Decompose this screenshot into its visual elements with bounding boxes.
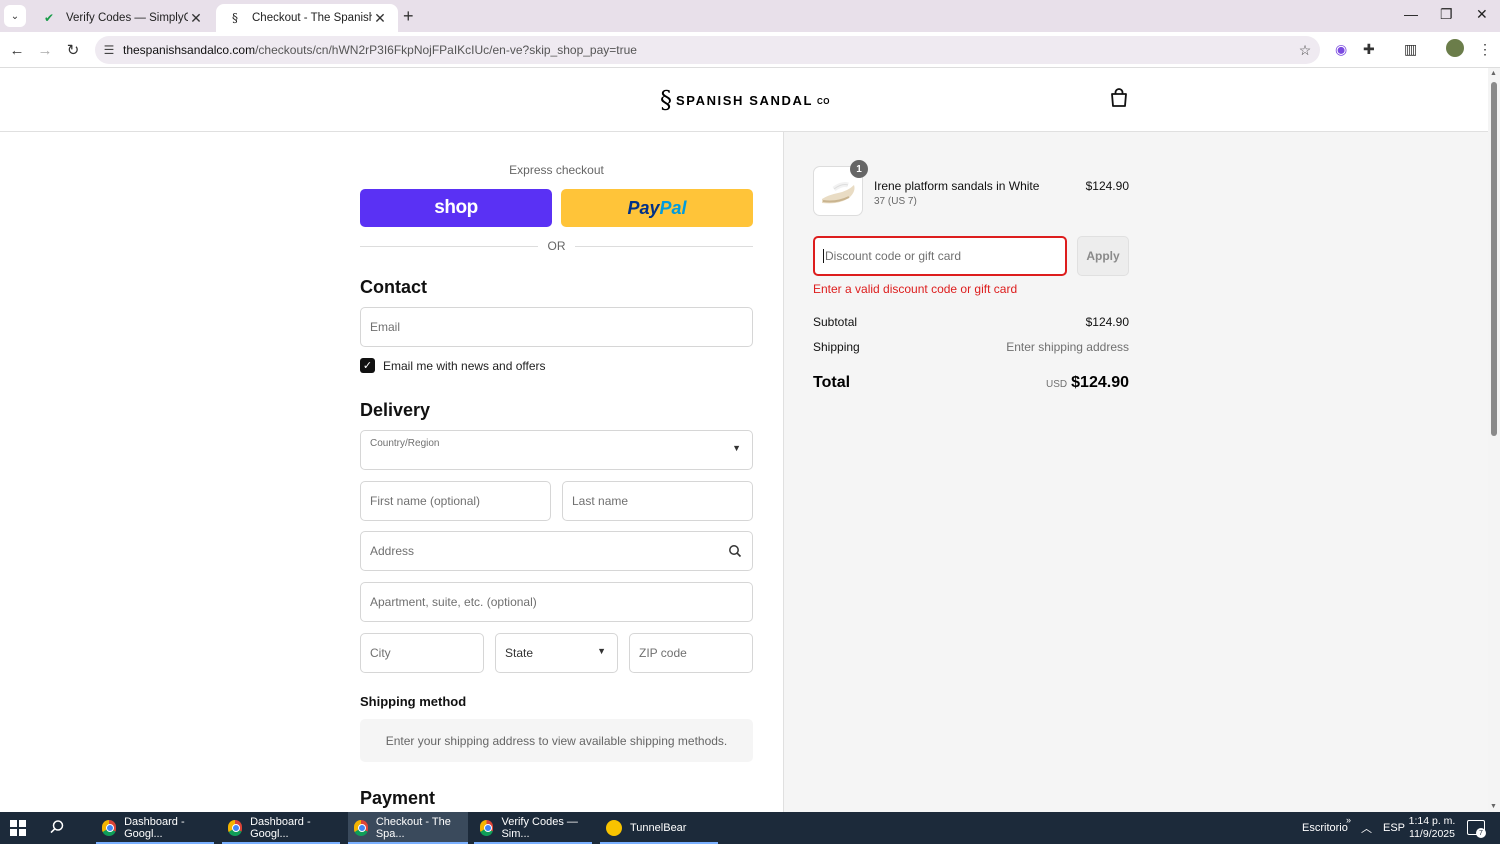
reading-list-icon[interactable]: ▥ [1404, 41, 1417, 58]
browser-toolbar: ← → ↻ ☰ thespanishsandalco.com/checkouts… [0, 32, 1500, 68]
chrome-icon [228, 820, 243, 836]
reload-icon[interactable]: ↻ [62, 39, 84, 61]
bookmark-star-icon[interactable]: ☆ [1290, 42, 1320, 59]
taskbar-item-verify-codes[interactable]: Verify Codes — Sim... [474, 812, 592, 844]
tab-verify-codes[interactable]: ✔ Verify Codes — SimplyCodes ✕ [30, 4, 214, 32]
tray-overflow-icon[interactable]: ︿ [1361, 812, 1372, 844]
scrollbar-thumb[interactable] [1491, 82, 1497, 436]
taskbar-item-checkout[interactable]: Checkout - The Spa... [348, 812, 468, 844]
discount-code-input[interactable]: Discount code or gift card [813, 236, 1067, 276]
chrome-icon [480, 820, 494, 836]
scroll-up-icon[interactable]: ▲ [1490, 70, 1497, 77]
total-value: $124.90 [1071, 374, 1129, 391]
subtotal-label: Subtotal [813, 315, 858, 329]
profile-avatar[interactable] [1446, 39, 1464, 57]
state-select[interactable]: State ▼ [495, 633, 618, 673]
shipping-label: Shipping [813, 340, 860, 354]
discount-error-message: Enter a valid discount code or gift card [813, 282, 1018, 296]
page-scrollbar[interactable]: ▲ ▼ [1488, 68, 1500, 812]
back-icon[interactable]: ← [6, 39, 28, 61]
taskbar-item-dashboard-1[interactable]: Dashboard - Googl... [96, 812, 214, 844]
express-checkout-label: Express checkout [509, 163, 604, 177]
product-thumbnail: 1 [813, 160, 868, 216]
close-tab-icon[interactable]: ✕ [372, 10, 388, 27]
tab-search-button[interactable]: ⌄ [4, 5, 26, 27]
total-value-group: USD $124.90 [960, 374, 1129, 392]
or-divider: OR [360, 239, 753, 253]
shopping-bag-icon[interactable] [1110, 88, 1128, 108]
checkout-page: § SPANISH SANDAL CO Express checkout sho… [0, 68, 1488, 812]
close-tab-icon[interactable]: ✕ [188, 10, 204, 27]
chrome-icon [354, 820, 368, 836]
total-label: Total [813, 374, 851, 391]
restore-button[interactable]: ❐ [1440, 6, 1453, 23]
logo-mark-icon: § [660, 86, 672, 114]
address-field[interactable]: Address [360, 531, 753, 571]
news-offers-label: Email me with news and offers [383, 358, 546, 373]
shipping-value: Enter shipping address [1006, 340, 1129, 354]
apply-discount-button[interactable]: Apply [1077, 236, 1129, 276]
city-field[interactable]: City [360, 633, 484, 673]
order-summary-panel [783, 132, 1488, 812]
windows-taskbar: Dashboard - Googl... Dashboard - Googl..… [0, 812, 1500, 844]
chevron-down-icon: ▼ [732, 443, 741, 453]
desktop-toolbar[interactable]: Escritorio [1302, 812, 1348, 844]
browser-menu-icon[interactable]: ⋮ [1478, 41, 1492, 58]
chevron-down-icon: ▼ [597, 646, 606, 656]
scroll-down-icon[interactable]: ▼ [1490, 803, 1497, 810]
product-name: Irene platform sandals in White [874, 179, 1040, 193]
paypal-button[interactable]: Pay Pal [561, 189, 753, 227]
last-name-field[interactable]: Last name [562, 481, 753, 521]
new-tab-button[interactable]: + [403, 6, 414, 27]
language-indicator[interactable]: ESP [1383, 812, 1405, 844]
shop-pay-button[interactable]: shop [360, 189, 552, 227]
notification-count-badge: 7 [1476, 828, 1486, 838]
tunnelbear-icon [606, 820, 622, 836]
shipping-method-note: Enter your shipping address to view avai… [360, 719, 753, 762]
windows-start-icon[interactable] [10, 820, 26, 836]
close-window-button[interactable]: ✕ [1476, 6, 1488, 23]
search-icon[interactable] [49, 819, 65, 835]
taskbar-item-tunnelbear[interactable]: TunnelBear [600, 812, 718, 844]
product-price: $124.90 [1085, 179, 1129, 193]
taskbar-item-dashboard-2[interactable]: Dashboard - Googl... [222, 812, 340, 844]
tab-title: Verify Codes — SimplyCodes [66, 12, 188, 24]
site-info-icon[interactable]: ☰ [95, 43, 123, 57]
forward-icon[interactable]: → [34, 39, 56, 61]
contact-title: Contact [360, 277, 427, 297]
site-header: § SPANISH SANDAL CO [0, 68, 1488, 132]
shipping-method-title: Shipping method [360, 694, 467, 709]
subtotal-value: $124.90 [1085, 315, 1129, 329]
apartment-field[interactable]: Apartment, suite, etc. (optional) [360, 582, 753, 622]
total-currency: USD [1046, 379, 1068, 390]
email-field[interactable]: Email [360, 307, 753, 347]
first-name-field[interactable]: First name (optional) [360, 481, 551, 521]
browser-tab-bar: ⌄ ✔ Verify Codes — SimplyCodes ✕ § Check… [0, 0, 1500, 32]
country-region-select[interactable]: Country/Region ▼ [360, 430, 753, 470]
minimize-button[interactable]: — [1404, 6, 1418, 22]
extension-icon[interactable]: ◉ [1335, 41, 1347, 58]
spanish-sandal-icon: § [232, 11, 238, 25]
tab-title: Checkout - The Spanish Sandal [252, 12, 372, 24]
address-bar[interactable]: ☰ thespanishsandalco.com/checkouts/cn/hW… [95, 36, 1320, 64]
extensions-puzzle-icon[interactable]: ✚ [1363, 41, 1375, 58]
tab-checkout[interactable]: § Checkout - The Spanish Sandal ✕ [216, 4, 398, 32]
taskbar-clock[interactable]: 1:14 p. m. 11/9/2025 [1404, 815, 1460, 841]
quantity-badge: 1 [850, 160, 868, 178]
chrome-icon [102, 820, 117, 836]
product-variant: 37 (US 7) [874, 196, 917, 207]
delivery-title: Delivery [360, 400, 431, 420]
spanish-sandal-logo[interactable]: § SPANISH SANDAL CO [660, 86, 830, 114]
news-offers-checkbox[interactable]: ✓ [360, 358, 375, 373]
zip-code-field[interactable]: ZIP code [629, 633, 753, 673]
payment-title: Payment [360, 788, 436, 808]
text-caret [823, 249, 824, 263]
toolbar-expand-icon[interactable]: » [1346, 804, 1351, 836]
search-icon [729, 545, 742, 558]
url-text[interactable]: thespanishsandalco.com/checkouts/cn/hWN2… [123, 43, 1290, 57]
simplycodes-icon: ✔ [43, 11, 55, 25]
news-offers-option[interactable]: ✓ Email me with news and offers [360, 358, 546, 373]
